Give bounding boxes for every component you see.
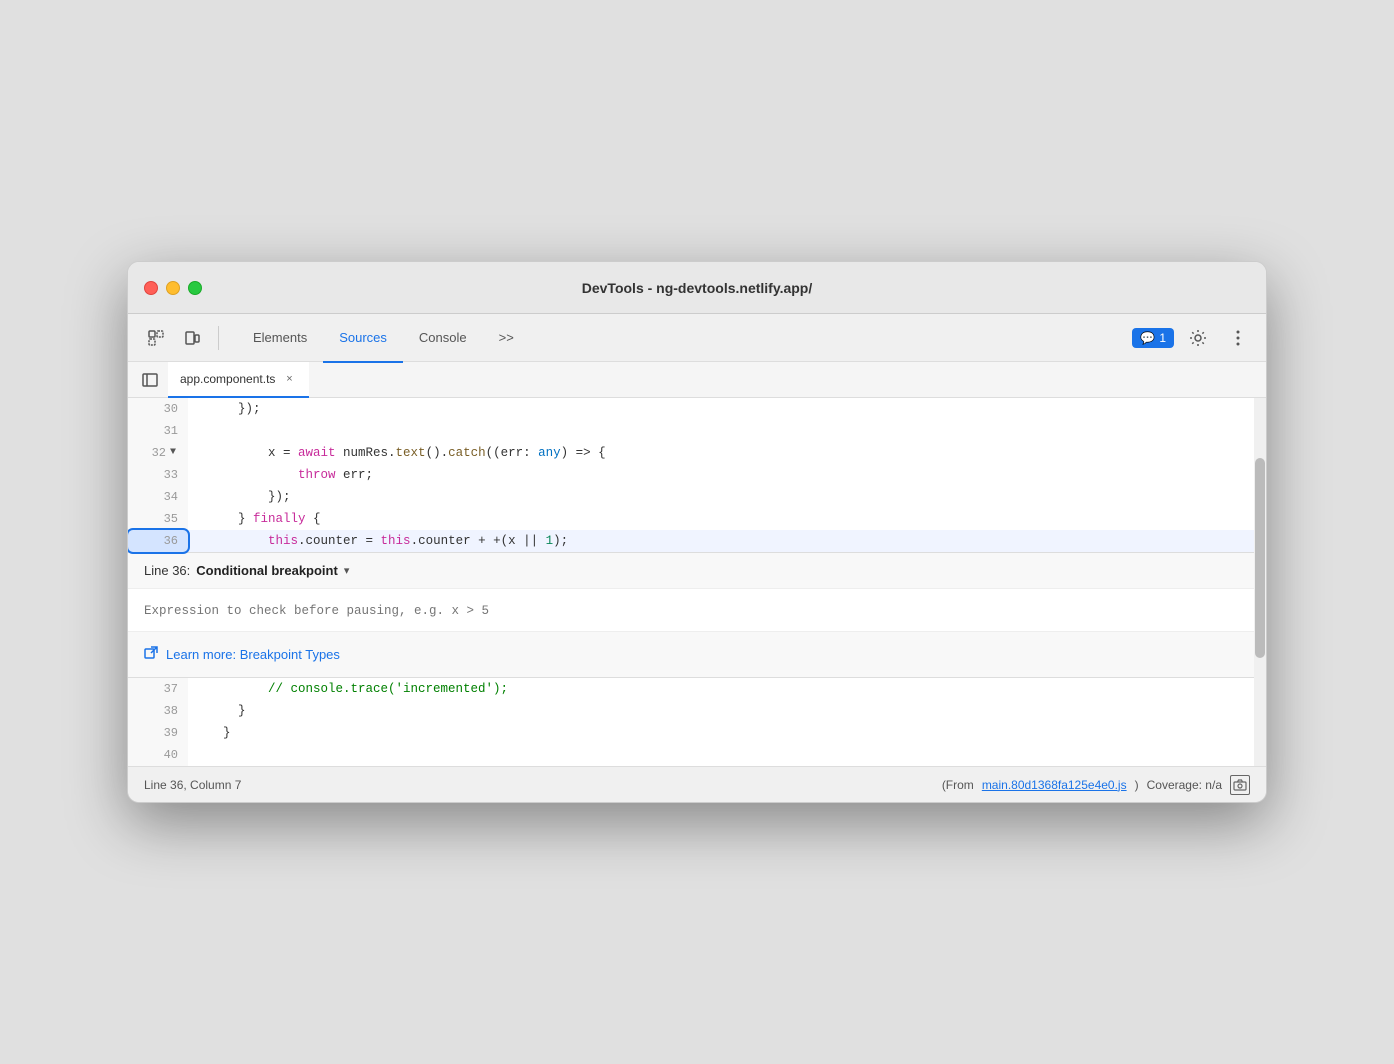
code-line-38[interactable]: 38 } xyxy=(128,700,1266,722)
external-link-icon xyxy=(144,646,158,663)
line-number-36: 36 xyxy=(128,530,188,552)
code-line-31[interactable]: 31 xyxy=(128,420,1266,442)
line-content-37: // console.trace('incremented'); xyxy=(188,678,1266,700)
file-tab-name: app.component.ts xyxy=(180,372,275,386)
message-icon: 💬 xyxy=(1140,331,1155,345)
minimize-button[interactable] xyxy=(166,281,180,295)
line-number-31: 31 xyxy=(128,420,188,442)
toolbar-right: 💬 1 xyxy=(1132,322,1254,354)
tab-sources[interactable]: Sources xyxy=(323,315,403,363)
close-button[interactable] xyxy=(144,281,158,295)
code-line-37[interactable]: 37 // console.trace('incremented'); xyxy=(128,678,1266,700)
breakpoint-type-chevron[interactable]: ▾ xyxy=(344,564,350,577)
line-number-32: 32 ▼ xyxy=(128,442,188,464)
scrollbar-thumb[interactable] xyxy=(1255,458,1265,658)
message-badge[interactable]: 💬 1 xyxy=(1132,328,1174,348)
line-number-39: 39 xyxy=(128,722,188,744)
breakpoint-line-label: Line 36: xyxy=(144,563,190,578)
screenshot-icon[interactable] xyxy=(1230,775,1250,795)
line-number-30: 30 xyxy=(128,398,188,420)
source-file-link[interactable]: main.80d1368fa125e4e0.js xyxy=(982,778,1127,792)
cursor-position: Line 36, Column 7 xyxy=(144,778,241,792)
file-tab-bar: app.component.ts × xyxy=(128,362,1266,398)
closing-paren: ) xyxy=(1135,778,1139,792)
breakpoint-header: Line 36: Conditional breakpoint ▾ xyxy=(128,553,1266,589)
breakpoint-popup: Line 36: Conditional breakpoint ▾ Learn … xyxy=(128,552,1266,678)
line-number-33: 33 xyxy=(128,464,188,486)
tab-elements[interactable]: Elements xyxy=(237,315,323,363)
breakpoint-link-area: Learn more: Breakpoint Types xyxy=(128,632,1266,677)
breakpoint-type-label: Conditional breakpoint xyxy=(196,563,338,578)
more-options-button[interactable] xyxy=(1222,322,1254,354)
tab-more[interactable]: >> xyxy=(483,315,530,363)
message-count: 1 xyxy=(1159,331,1166,345)
code-line-32[interactable]: 32 ▼ x = await numRes.text().catch((err:… xyxy=(128,442,1266,464)
toolbar-tabs: Elements Sources Console >> xyxy=(237,314,530,362)
line-number-38: 38 xyxy=(128,700,188,722)
breakpoint-input-area xyxy=(128,589,1266,632)
code-line-35[interactable]: 35 } finally { xyxy=(128,508,1266,530)
line-content-35: } finally { xyxy=(188,508,1266,530)
window-title: DevTools - ng-devtools.netlify.app/ xyxy=(582,280,813,296)
code-container: 30 }); 31 32 ▼ x = await numRes.text().c… xyxy=(128,398,1266,766)
settings-button[interactable] xyxy=(1182,322,1214,354)
scrollbar-track xyxy=(1254,398,1266,766)
learn-more-link[interactable]: Learn more: Breakpoint Types xyxy=(166,647,340,662)
traffic-lights xyxy=(144,281,202,295)
line-content-38: } xyxy=(188,700,1266,722)
code-line-30[interactable]: 30 }); xyxy=(128,398,1266,420)
line-content-39: } xyxy=(188,722,1266,744)
line-number-35: 35 xyxy=(128,508,188,530)
line-number-40: 40 xyxy=(128,744,188,766)
file-tab-close-button[interactable]: × xyxy=(281,371,297,387)
devtools-window: DevTools - ng-devtools.netlify.app/ Elem… xyxy=(127,261,1267,803)
device-toolbar-button[interactable] xyxy=(176,322,208,354)
inspect-element-button[interactable] xyxy=(140,322,172,354)
breakpoint-expression-input[interactable] xyxy=(144,604,1250,618)
code-line-39[interactable]: 39 } xyxy=(128,722,1266,744)
sidebar-toggle-button[interactable] xyxy=(136,366,164,394)
line-content-32: x = await numRes.text().catch((err: any)… xyxy=(188,442,1266,464)
line-content-36: this.counter = this.counter + +(x || 1); xyxy=(188,530,1266,552)
code-line-33[interactable]: 33 throw err; xyxy=(128,464,1266,486)
tab-console[interactable]: Console xyxy=(403,315,483,363)
line-content-34: }); xyxy=(188,486,1266,508)
code-area: 30 }); 31 32 ▼ x = await numRes.text().c… xyxy=(128,398,1266,766)
status-bar: Line 36, Column 7 (From main.80d1368fa12… xyxy=(128,766,1266,802)
maximize-button[interactable] xyxy=(188,281,202,295)
from-label: (From xyxy=(942,778,974,792)
code-line-34[interactable]: 34 }); xyxy=(128,486,1266,508)
code-line-36[interactable]: 36 this.counter = this.counter + +(x || … xyxy=(128,530,1266,552)
file-tab-app-component[interactable]: app.component.ts × xyxy=(168,362,309,398)
line-content-33: throw err; xyxy=(188,464,1266,486)
line-number-34: 34 xyxy=(128,486,188,508)
coverage-label: Coverage: n/a xyxy=(1147,778,1222,792)
title-bar: DevTools - ng-devtools.netlify.app/ xyxy=(128,262,1266,314)
toolbar-separator-1 xyxy=(218,326,219,350)
code-line-40[interactable]: 40 xyxy=(128,744,1266,766)
devtools-toolbar: Elements Sources Console >> 💬 1 xyxy=(128,314,1266,362)
status-bar-right: (From main.80d1368fa125e4e0.js ) Coverag… xyxy=(942,775,1250,795)
line-content-30: }); xyxy=(188,398,1266,420)
fold-arrow-32: ▼ xyxy=(170,442,176,464)
line-number-37: 37 xyxy=(128,678,188,700)
